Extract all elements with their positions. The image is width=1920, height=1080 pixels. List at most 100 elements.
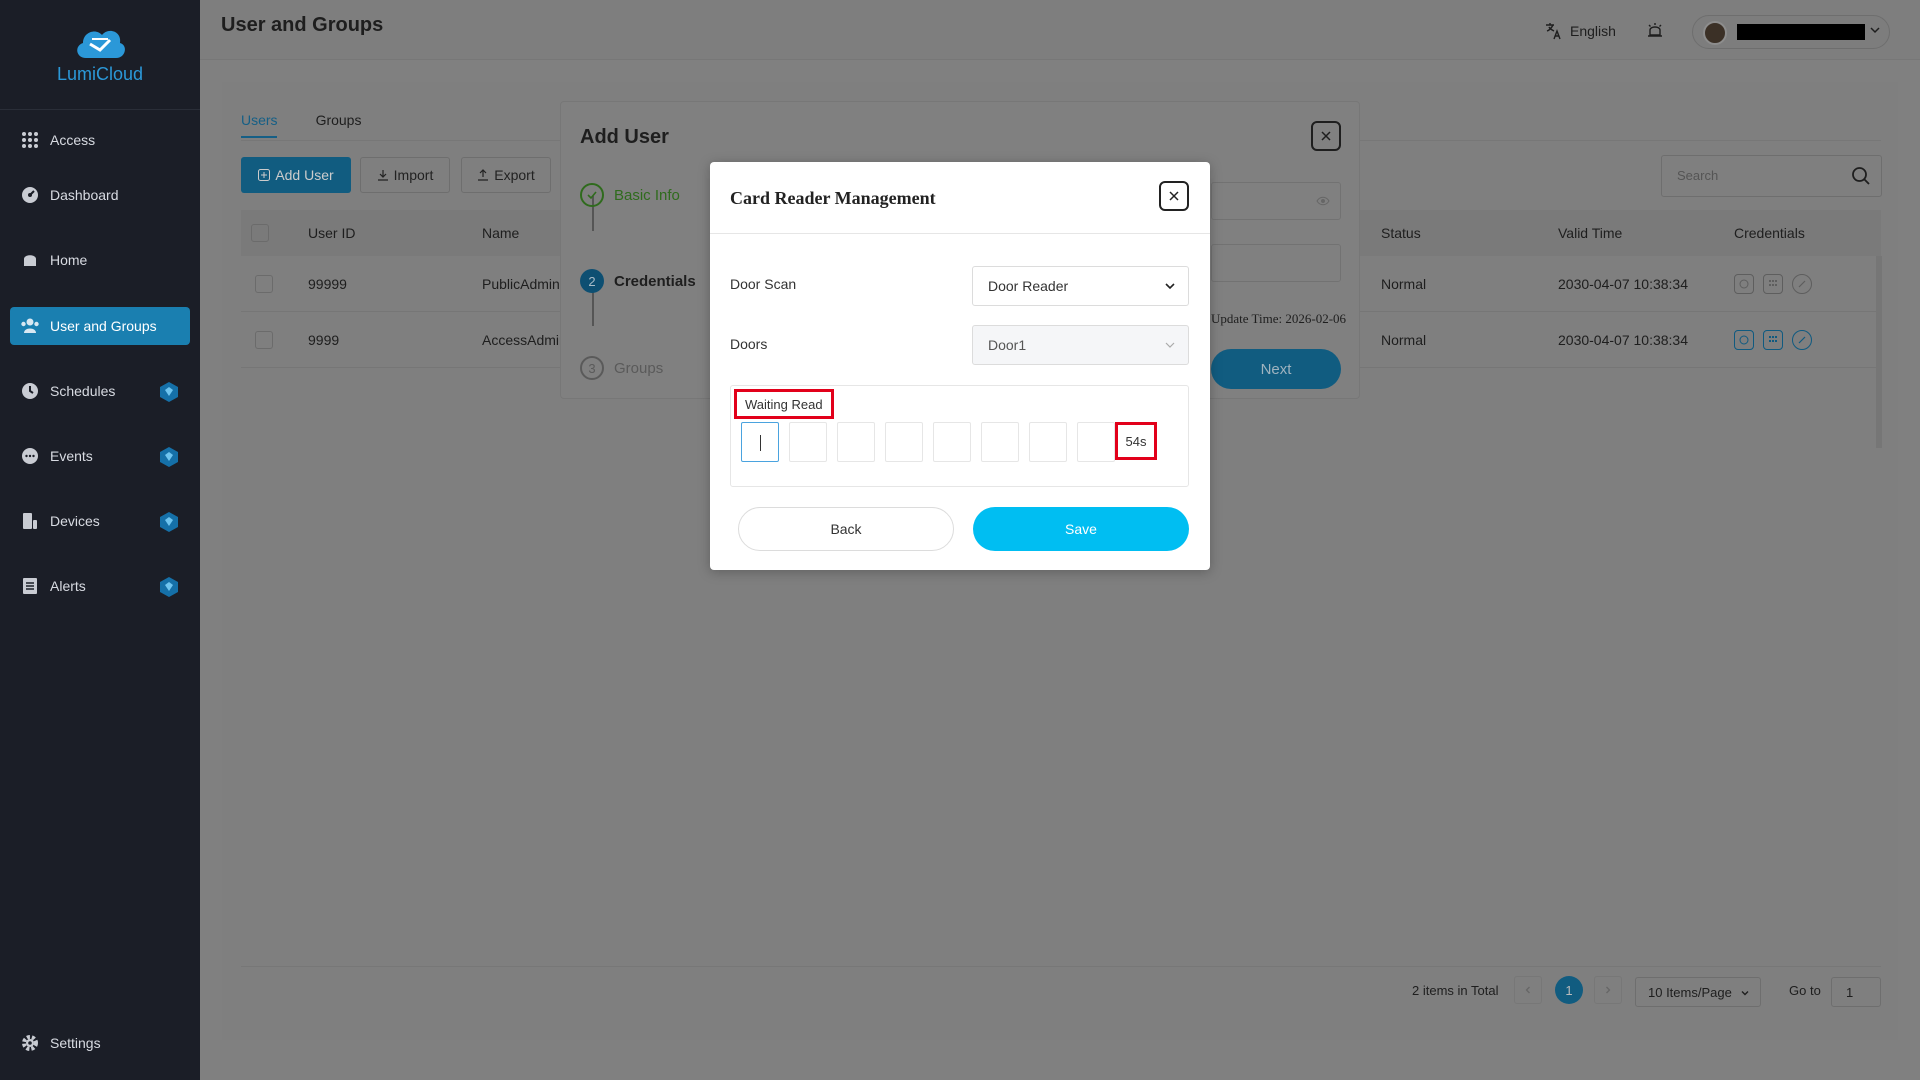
save-button[interactable]: Save <box>973 507 1189 551</box>
sidebar-item-label: Schedules <box>50 383 116 399</box>
list-icon <box>20 576 40 596</box>
row-checkbox[interactable] <box>255 274 273 293</box>
tab-groups[interactable]: Groups <box>316 112 362 136</box>
chevron-right-icon <box>1606 986 1611 994</box>
column-header-user-id: User ID <box>308 225 356 241</box>
text-field[interactable] <box>1211 244 1341 282</box>
next-button[interactable]: Next <box>1211 349 1341 389</box>
card-digit-input-5[interactable] <box>933 422 971 462</box>
sidebar-item-home[interactable]: Home <box>10 241 190 279</box>
add-user-close-button[interactable] <box>1311 121 1341 151</box>
password-field[interactable] <box>1211 182 1341 220</box>
search-icon[interactable] <box>1851 166 1871 186</box>
sidebar-item-dashboard[interactable]: Dashboard <box>10 176 190 214</box>
items-per-page-select[interactable]: 10 Items/Page <box>1635 977 1761 1007</box>
sidebar-item-user-and-groups[interactable]: User and Groups <box>10 307 190 345</box>
card-credential-icon[interactable] <box>1734 329 1754 350</box>
page-number[interactable]: 1 <box>1555 976 1583 1004</box>
add-user-button[interactable]: Add User <box>241 157 351 193</box>
sidebar: LumiCloud Access Dashboard Home User and… <box>0 0 200 1080</box>
card-digit-input-8[interactable] <box>1077 422 1115 462</box>
modal-divider <box>710 233 1210 234</box>
shield-badge-icon <box>160 512 178 532</box>
logo-text: LumiCloud <box>56 64 144 84</box>
sidebar-item-settings[interactable]: Settings <box>10 1024 190 1062</box>
fingerprint-icon[interactable] <box>1792 329 1812 350</box>
user-menu[interactable] <box>1692 15 1890 49</box>
card-digit-input-4[interactable] <box>885 422 923 462</box>
cloud-logo-icon <box>77 30 125 58</box>
search-placeholder: Search <box>1677 168 1719 183</box>
step-label: Credentials <box>614 272 696 290</box>
tab-users[interactable]: Users <box>241 112 278 138</box>
step-groups[interactable]: 3 Groups <box>580 356 663 380</box>
export-label: Export <box>494 167 535 183</box>
plus-square-icon <box>258 169 271 181</box>
sidebar-item-label: Devices <box>50 513 100 529</box>
add-user-label: Add User <box>275 167 334 183</box>
card-digit-input-3[interactable] <box>837 422 875 462</box>
fingerprint-icon[interactable] <box>1792 273 1812 294</box>
card-reader-close-button[interactable] <box>1159 181 1189 211</box>
shield-badge-icon <box>160 447 178 467</box>
eye-icon[interactable] <box>1316 196 1330 206</box>
card-digit-input-2[interactable] <box>789 422 827 462</box>
pin-keypad-icon[interactable] <box>1763 273 1783 294</box>
column-header-valid-time: Valid Time <box>1558 225 1623 241</box>
close-icon <box>1321 131 1331 141</box>
card-credential-icon[interactable] <box>1734 273 1754 294</box>
step-number: 2 <box>580 269 604 293</box>
user-name: AccessAdmin <box>482 331 567 348</box>
card-digit-input-7[interactable] <box>1029 422 1067 462</box>
card-reader-modal: Card Reader Management Door Scan Door Re… <box>710 162 1210 570</box>
door-scan-select[interactable]: Door Reader <box>972 266 1189 306</box>
avatar <box>1703 21 1727 45</box>
card-digit-input-1[interactable] <box>741 422 779 462</box>
user-name: PublicAdmin <box>482 275 560 292</box>
sidebar-item-devices[interactable]: Devices <box>10 502 190 540</box>
step-basic-info[interactable]: Basic Info <box>580 183 680 207</box>
column-header-status: Status <box>1381 225 1421 241</box>
step-label: Groups <box>614 359 664 377</box>
import-icon <box>377 170 388 181</box>
text-cursor <box>760 435 761 451</box>
home-icon <box>20 250 40 270</box>
step-credentials[interactable]: 2 Credentials <box>580 269 696 293</box>
step-connector <box>592 288 594 326</box>
translate-icon <box>1546 23 1561 40</box>
clock-icon <box>20 381 40 401</box>
sidebar-item-alerts[interactable]: Alerts <box>10 567 190 605</box>
import-button[interactable]: Import <box>360 157 450 193</box>
select-all-checkbox[interactable] <box>251 224 269 242</box>
language-selector[interactable]: English <box>1544 22 1616 40</box>
chevron-down-icon <box>1870 27 1880 34</box>
column-header-name: Name <box>482 225 520 241</box>
card-digit-input-6[interactable] <box>981 422 1019 462</box>
door-scan-label: Door Scan <box>730 276 797 292</box>
redacted-username <box>1737 24 1865 40</box>
export-icon <box>478 169 489 181</box>
sidebar-item-schedules[interactable]: Schedules <box>10 372 190 410</box>
user-status: Normal <box>1381 275 1427 292</box>
device-icon <box>20 511 40 531</box>
alarm-icon[interactable] <box>1647 22 1663 38</box>
card-read-panel: Waiting Read 54s <box>730 385 1189 487</box>
doors-label: Doors <box>730 336 768 352</box>
credential-icons <box>1734 273 1812 294</box>
countdown-timer: 54s <box>1115 422 1157 460</box>
search-input[interactable]: Search <box>1661 155 1882 197</box>
pin-keypad-icon[interactable] <box>1763 329 1783 350</box>
sidebar-item-access[interactable]: Access <box>10 121 190 159</box>
sidebar-item-events[interactable]: Events <box>10 437 190 475</box>
sidebar-item-label: Dashboard <box>50 187 119 203</box>
prev-page-button[interactable] <box>1514 976 1542 1004</box>
page-title: User and Groups <box>221 14 384 36</box>
step-number: 3 <box>580 356 604 380</box>
goto-page-input[interactable]: 1 <box>1831 977 1881 1007</box>
row-checkbox[interactable] <box>255 330 273 349</box>
back-button[interactable]: Back <box>738 507 954 551</box>
table-scrollbar[interactable] <box>1876 256 1882 448</box>
next-page-button[interactable] <box>1594 976 1622 1004</box>
export-button[interactable]: Export <box>461 157 551 193</box>
doors-select[interactable]: Door1 <box>972 325 1189 365</box>
